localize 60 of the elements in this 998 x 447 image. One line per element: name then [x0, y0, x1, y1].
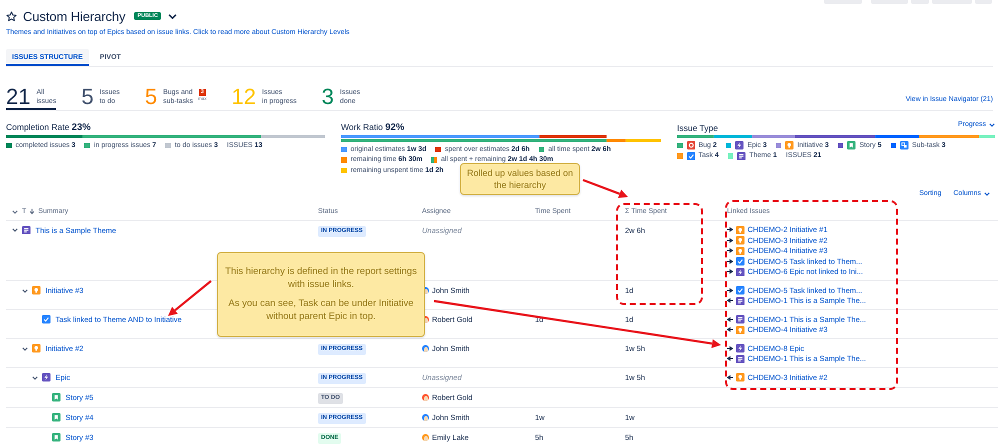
lightbulb-icon — [32, 344, 40, 352]
callout-note: Rolled up values based on the hierarchy — [460, 163, 580, 195]
legend-swatch — [341, 146, 346, 152]
checkbox-icon — [736, 257, 744, 266]
lightbulb-icon — [736, 236, 744, 244]
legend-swatch — [435, 146, 441, 152]
panel-title: Issue Type — [677, 123, 718, 133]
legend-swatch — [538, 146, 544, 152]
checkbox-icon — [736, 286, 744, 294]
legend-swatch — [677, 142, 682, 148]
arrow — [582, 178, 628, 198]
document-icon — [736, 296, 744, 305]
bookmark-icon — [52, 413, 60, 422]
document-icon — [737, 152, 746, 160]
legend-swatch — [677, 153, 682, 158]
lightning-icon — [42, 373, 50, 382]
page-title: Custom Hierarchy — [23, 8, 126, 24]
lightbulb-icon — [736, 226, 744, 234]
legend-swatch — [776, 142, 782, 148]
legend-swatch — [84, 142, 90, 148]
lightbulb-icon — [736, 326, 744, 334]
bookmark-icon — [847, 141, 856, 150]
legend-swatch — [341, 157, 346, 162]
lightbulb-icon — [32, 286, 40, 294]
legend-swatch — [728, 153, 734, 158]
callout-note: This hierarchy is defined in the report settings with issue links. As you can see, Task can be under Initiative without parent Epic in top. — [217, 252, 425, 337]
bookmark-icon — [52, 393, 60, 402]
chevron-down-icon[interactable] — [12, 227, 18, 233]
document-icon — [22, 226, 30, 234]
legend-swatch — [726, 142, 732, 148]
chevron-down-icon[interactable] — [22, 288, 28, 294]
sort-down-icon[interactable] — [29, 208, 36, 215]
panel-title: Completion Rate 23% — [6, 122, 91, 133]
squares-icon — [900, 141, 909, 150]
document-icon — [736, 354, 744, 363]
legend-swatch — [341, 168, 346, 173]
ring-icon — [686, 141, 695, 150]
chevron-down-icon[interactable] — [22, 346, 28, 352]
lightning-icon — [736, 344, 744, 352]
lightning-icon — [735, 141, 744, 150]
checkbox-icon — [686, 152, 695, 160]
lightbulb-icon — [785, 141, 794, 150]
bookmark-icon — [52, 433, 60, 442]
lightbulb-icon — [736, 373, 744, 382]
star-icon[interactable] — [6, 10, 17, 22]
legend-swatch — [6, 142, 12, 148]
chevron-down-icon[interactable] — [32, 374, 38, 380]
lightning-icon — [736, 268, 744, 276]
chevron-down-icon — [989, 122, 995, 128]
checkbox-icon — [42, 315, 50, 324]
panel-title: Work Ratio 92% — [341, 122, 404, 133]
document-icon — [736, 315, 744, 324]
chevron-down-icon — [984, 190, 990, 196]
arrow — [168, 280, 212, 316]
legend-swatch — [838, 142, 844, 148]
chevron-down-icon[interactable] — [168, 12, 177, 20]
legend-swatch — [890, 142, 896, 148]
lightbulb-icon — [736, 246, 744, 255]
legend-swatch — [165, 142, 171, 148]
legend-swatch — [431, 157, 437, 162]
